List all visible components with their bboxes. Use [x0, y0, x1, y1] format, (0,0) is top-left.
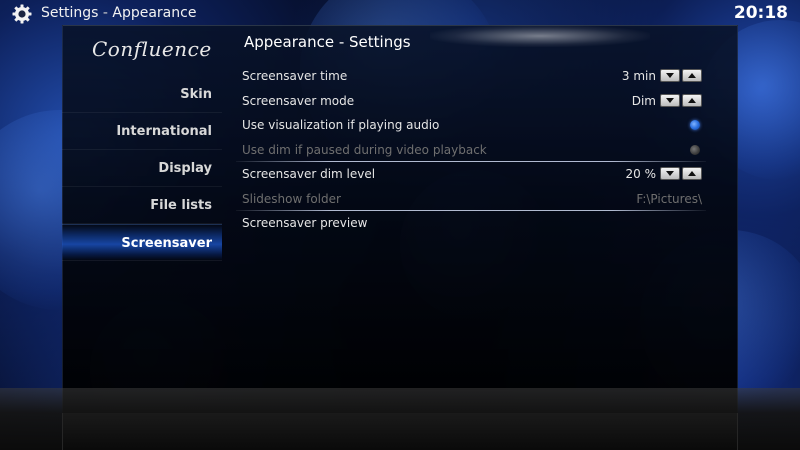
arrow-down-icon[interactable] — [660, 93, 680, 107]
setting-screensaver-mode[interactable]: Screensaver mode Dim — [236, 89, 706, 114]
arrow-down-icon[interactable] — [660, 69, 680, 82]
setting-screensaver-time[interactable]: Screensaver time 3 min — [236, 64, 706, 89]
sidebar-item-international[interactable]: International — [62, 113, 222, 150]
clock: 20:18 — [733, 3, 788, 23]
radio-off-icon — [690, 144, 700, 155]
sidebar-item-label: Screensaver — [121, 236, 212, 251]
setting-value: 20 % — [625, 167, 657, 181]
sidebar-item-label: Display — [158, 161, 212, 176]
setting-use-visualization[interactable]: Use visualization if playing audio — [236, 113, 706, 138]
panel-highlight — [430, 25, 650, 47]
setting-label: Use dim if paused during video playback — [242, 142, 487, 157]
arrow-up-icon[interactable] — [682, 167, 702, 180]
breadcrumb-separator: - — [98, 5, 113, 21]
sidebar-menu: Skin International Display File lists Sc… — [62, 76, 222, 261]
sidebar-item-label: File lists — [150, 198, 212, 213]
setting-value: F:\Pictures\ — [636, 191, 702, 206]
sidebar-item-skin[interactable]: Skin — [62, 76, 222, 113]
page-title: Appearance - Settings — [244, 33, 411, 51]
arrow-up-icon[interactable] — [682, 69, 702, 82]
sidebar-item-label: International — [116, 124, 212, 139]
sidebar-item-label: Skin — [180, 87, 212, 102]
setting-slideshow-folder: Slideshow folder F:\Pictures\ — [236, 187, 706, 211]
value-spinner — [660, 167, 702, 180]
breadcrumb: Settings - Appearance — [41, 5, 196, 21]
top-bar: Settings - Appearance 20:18 — [0, 0, 800, 28]
gear-icon[interactable] — [12, 4, 32, 24]
setting-label: Slideshow folder — [242, 191, 341, 206]
radio-on-icon[interactable] — [690, 120, 700, 130]
settings-list: Screensaver time 3 min Screensaver mode … — [236, 64, 706, 236]
sidebar-item-display[interactable]: Display — [62, 150, 222, 187]
arrow-up-icon[interactable] — [682, 93, 702, 107]
breadcrumb-section: Settings — [41, 5, 99, 21]
setting-label: Screensaver preview — [242, 216, 368, 230]
sidebar-item-file-lists[interactable]: File lists — [62, 187, 222, 224]
setting-label: Screensaver time — [242, 69, 348, 83]
breadcrumb-page: Appearance — [112, 5, 197, 21]
footer-panel — [62, 413, 738, 450]
arrow-down-icon[interactable] — [660, 167, 680, 180]
setting-value: Dim — [631, 93, 656, 108]
setting-screensaver-dim-level[interactable]: Screensaver dim level 20 % — [236, 162, 706, 187]
setting-label: Use visualization if playing audio — [242, 118, 440, 132]
sidebar-item-screensaver[interactable]: Screensaver — [62, 224, 222, 261]
setting-value: 3 min — [621, 69, 656, 83]
setting-label: Screensaver dim level — [242, 167, 376, 181]
value-spinner — [660, 93, 702, 107]
value-spinner — [660, 69, 702, 82]
skin-logo: Confluence — [92, 37, 212, 61]
setting-screensaver-preview[interactable]: Screensaver preview — [236, 211, 706, 236]
setting-label: Screensaver mode — [242, 93, 355, 108]
setting-use-dim-if-paused: Use dim if paused during video playback — [236, 138, 706, 162]
